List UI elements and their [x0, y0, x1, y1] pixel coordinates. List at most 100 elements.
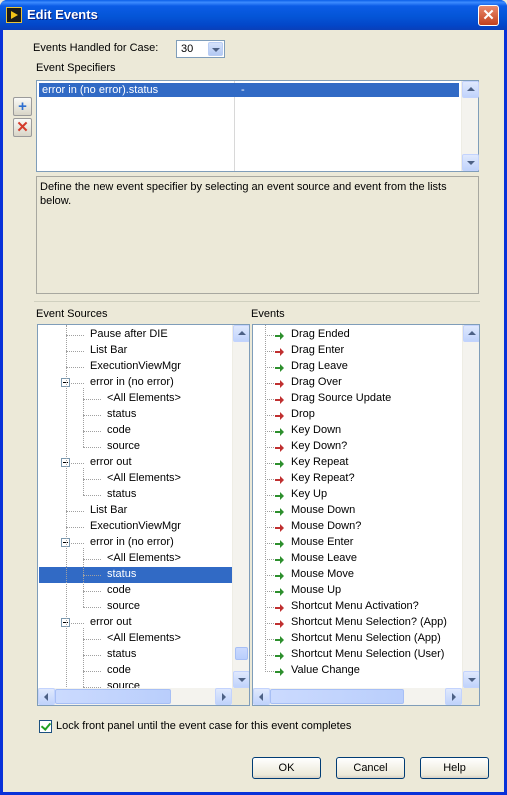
event-item[interactable]: Mouse Down?	[253, 519, 459, 535]
scroll-right-button[interactable]	[445, 688, 462, 705]
scroll-down-button[interactable]	[463, 671, 479, 688]
tree-item[interactable]: status	[38, 647, 232, 663]
ok-button[interactable]: OK	[252, 757, 321, 779]
scroll-thumb[interactable]	[235, 647, 248, 660]
tree-item-label: error out	[90, 456, 132, 468]
events-list[interactable]: Drag Ended Drag Enter Drag Leave Drag Over D…	[252, 324, 480, 706]
delete-specifier-button[interactable]: ✕	[13, 118, 32, 137]
tree-item[interactable]: <All Elements>	[38, 391, 232, 407]
event-item[interactable]: Value Change	[253, 663, 459, 679]
specifiers-vertical-scrollbar[interactable]	[461, 81, 479, 171]
close-icon: ✕	[482, 7, 495, 24]
tree-connector	[83, 431, 101, 432]
scroll-corner	[462, 688, 479, 705]
lock-panel-checkbox[interactable]	[39, 720, 52, 733]
scroll-right-button[interactable]	[215, 688, 232, 705]
event-item[interactable]: Drag Source Update	[253, 391, 459, 407]
event-item[interactable]: Drag Over	[253, 375, 459, 391]
event-item[interactable]: Drag Enter	[253, 343, 459, 359]
event-item[interactable]: Key Up	[253, 487, 459, 503]
event-item-label: Mouse Leave	[291, 552, 358, 564]
tree-item[interactable]: code	[38, 423, 232, 439]
help-button[interactable]: Help	[420, 757, 489, 779]
events-horizontal-scrollbar[interactable]	[253, 688, 462, 705]
tree-item[interactable]: <All Elements>	[38, 631, 232, 647]
labview-app-icon	[6, 7, 22, 23]
scroll-down-button[interactable]	[233, 671, 249, 688]
tree-connector	[265, 399, 274, 400]
tree-item[interactable]: source	[38, 599, 232, 615]
tree-item-label: List Bar	[90, 504, 128, 516]
event-item[interactable]: Shortcut Menu Selection (App)	[253, 631, 459, 647]
scroll-up-button[interactable]	[462, 81, 479, 98]
tree-item[interactable]: <All Elements>	[38, 471, 232, 487]
scroll-left-button[interactable]	[253, 688, 270, 705]
event-item[interactable]: Shortcut Menu Selection? (App)	[253, 615, 459, 631]
event-item[interactable]: Shortcut Menu Activation?	[253, 599, 459, 615]
event-item[interactable]: Mouse Enter	[253, 535, 459, 551]
title-bar[interactable]: Edit Events ✕	[0, 0, 507, 30]
event-specifiers-label: Event Specifiers	[36, 62, 116, 74]
tree-item[interactable]: status	[38, 407, 232, 423]
events-vertical-scrollbar[interactable]	[462, 325, 479, 688]
event-sources-tree[interactable]: Pause after DIE List Bar ExecutionViewMgr e…	[37, 324, 250, 706]
tree-item-label: status	[107, 408, 137, 420]
group-divider	[34, 301, 480, 302]
scroll-thumb[interactable]	[55, 689, 171, 704]
sources-vertical-scrollbar[interactable]	[232, 325, 249, 688]
event-item-label: Drag Over	[291, 376, 342, 388]
tree-item-label: status	[107, 488, 137, 500]
cancel-button[interactable]: Cancel	[336, 757, 405, 779]
event-item[interactable]: Mouse Down	[253, 503, 459, 519]
add-specifier-button[interactable]: +	[13, 97, 32, 116]
event-item[interactable]: Key Down	[253, 423, 459, 439]
close-button[interactable]: ✕	[478, 5, 499, 26]
event-specifiers-list[interactable]: error in (no error).status -	[36, 80, 479, 172]
event-item-label: Drag Ended	[291, 328, 350, 340]
notify-event-arrow-icon	[275, 555, 284, 564]
specifier-source: error in (no error).status	[42, 84, 159, 96]
sources-horizontal-scrollbar[interactable]	[38, 688, 232, 705]
tree-item[interactable]: source	[38, 439, 232, 455]
event-item[interactable]: Key Repeat?	[253, 471, 459, 487]
events-handled-label: Events Handled for Case:	[33, 42, 159, 54]
event-item[interactable]: Shortcut Menu Selection (User)	[253, 647, 459, 663]
scroll-down-button[interactable]	[462, 154, 479, 171]
filter-event-arrow-icon	[275, 475, 284, 484]
event-item[interactable]: Mouse Leave	[253, 551, 459, 567]
event-item-label: Key Down	[291, 424, 342, 436]
tree-connector	[83, 495, 101, 496]
scroll-up-button[interactable]	[463, 325, 479, 342]
scroll-left-button[interactable]	[38, 688, 55, 705]
chevron-down-icon[interactable]	[208, 42, 223, 56]
event-sources-label: Event Sources	[36, 308, 108, 320]
dialog-body: Events Handled for Case: 30 Event Specif…	[3, 30, 504, 792]
tree-connector	[83, 671, 101, 672]
scroll-thumb[interactable]	[270, 689, 404, 704]
tree-connector	[265, 607, 274, 608]
specifier-row[interactable]: error in (no error).status -	[39, 83, 459, 97]
event-item[interactable]: Mouse Up	[253, 583, 459, 599]
notify-event-arrow-icon	[275, 459, 284, 468]
notify-event-arrow-icon	[275, 635, 284, 644]
event-item[interactable]: Mouse Move	[253, 567, 459, 583]
events-handled-dropdown[interactable]: 30	[176, 40, 225, 58]
tree-item[interactable]: <All Elements>	[38, 551, 232, 567]
event-item[interactable]: Drag Leave	[253, 359, 459, 375]
tree-item[interactable]: code	[38, 663, 232, 679]
event-item[interactable]: Key Down?	[253, 439, 459, 455]
event-item[interactable]: Drop	[253, 407, 459, 423]
tree-item[interactable]: status	[39, 567, 232, 583]
event-item-label: Key Repeat	[291, 456, 349, 468]
tree-connector	[265, 559, 274, 560]
event-item-label: Shortcut Menu Selection? (App)	[291, 616, 447, 628]
tree-connector	[265, 527, 274, 528]
tree-connector	[66, 511, 84, 512]
event-item-label: Key Down?	[291, 440, 348, 452]
tree-item[interactable]: status	[38, 487, 232, 503]
scroll-up-button[interactable]	[233, 325, 249, 342]
event-item[interactable]: Drag Ended	[253, 327, 459, 343]
tree-connector	[66, 527, 84, 528]
event-item[interactable]: Key Repeat	[253, 455, 459, 471]
tree-item[interactable]: code	[38, 583, 232, 599]
